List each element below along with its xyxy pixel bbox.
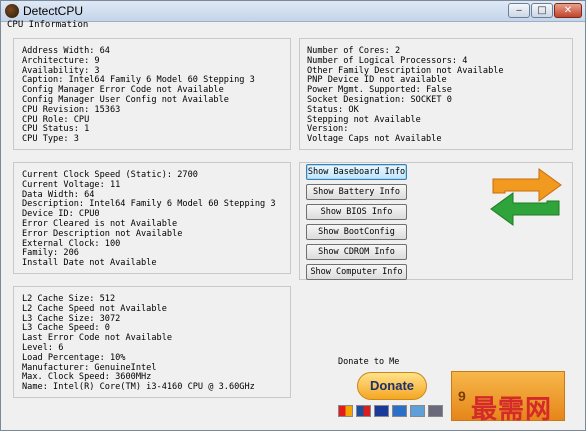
clock-info-lines: Current Clock Speed (Static): 2700 Curren… xyxy=(22,170,276,269)
show-bios-info-button[interactable]: Show BIOS Info xyxy=(306,204,407,220)
detectcpu-window: DetectCPU ‒ □ ✕ CPU Information Address … xyxy=(0,0,586,431)
donate-label: Donate to Me xyxy=(338,357,400,367)
cpu-app-icon xyxy=(5,4,19,18)
clock-info-panel: Current Clock Speed (Static): 2700 Curren… xyxy=(13,162,291,274)
maximize-button[interactable]: □ xyxy=(531,3,553,18)
general-info-panel: Address Width: 64 Architecture: 9 Availabi… xyxy=(13,38,291,150)
arrow-green-icon xyxy=(490,192,560,226)
maximize-icon: □ xyxy=(537,5,547,16)
cores-info-line: Voltage Caps not Available xyxy=(307,134,442,145)
title-bar[interactable]: DetectCPU ‒ □ ✕ xyxy=(1,1,585,22)
general-info-line: CPU Type: 3 xyxy=(22,134,79,145)
show-bootconfig-button[interactable]: Show BootConfig xyxy=(306,224,407,240)
donate-button[interactable]: Donate xyxy=(357,372,427,400)
general-info-lines: Address Width: 64 Architecture: 9 Availabi… xyxy=(22,46,255,145)
refresh-arrows-icon[interactable] xyxy=(487,167,565,227)
orange-banner-text: 9 xyxy=(458,388,466,404)
cache-info-line: Name: Intel(R) Core(TM) i3-4160 CPU @ 3.… xyxy=(22,382,255,393)
bank-icon xyxy=(428,405,443,417)
section-label: CPU Information xyxy=(7,20,89,30)
minimize-icon: ‒ xyxy=(515,5,523,16)
cores-info-lines: Number of Cores: 2 Number of Logical Proc… xyxy=(307,46,504,145)
minimize-button[interactable]: ‒ xyxy=(508,3,530,18)
visa-electron-icon xyxy=(392,405,407,417)
window-title: DetectCPU xyxy=(23,4,84,18)
watermark-text: 最需网 xyxy=(471,395,553,425)
show-computer-info-button[interactable]: Show Computer Info xyxy=(306,264,407,280)
show-baseboard-info-button[interactable]: Show Baseboard Info xyxy=(306,164,407,180)
clock-info-line: Install Date not Available xyxy=(22,258,157,269)
arrow-orange-icon xyxy=(492,168,562,202)
cache-info-panel: L2 Cache Size: 512 L2 Cache Speed not Ava… xyxy=(13,286,291,398)
show-cdrom-info-button[interactable]: Show CDROM Info xyxy=(306,244,407,260)
maestro-icon xyxy=(356,405,371,417)
amex-icon xyxy=(410,405,425,417)
mastercard-icon xyxy=(338,405,353,417)
close-button[interactable]: ✕ xyxy=(554,3,582,18)
cores-info-panel: Number of Cores: 2 Number of Logical Proc… xyxy=(299,38,573,150)
show-battery-info-button[interactable]: Show Battery Info xyxy=(306,184,407,200)
cache-info-lines: L2 Cache Size: 512 L2 Cache Speed not Ava… xyxy=(22,294,255,393)
close-icon: ✕ xyxy=(563,5,573,16)
visa-icon xyxy=(374,405,389,417)
